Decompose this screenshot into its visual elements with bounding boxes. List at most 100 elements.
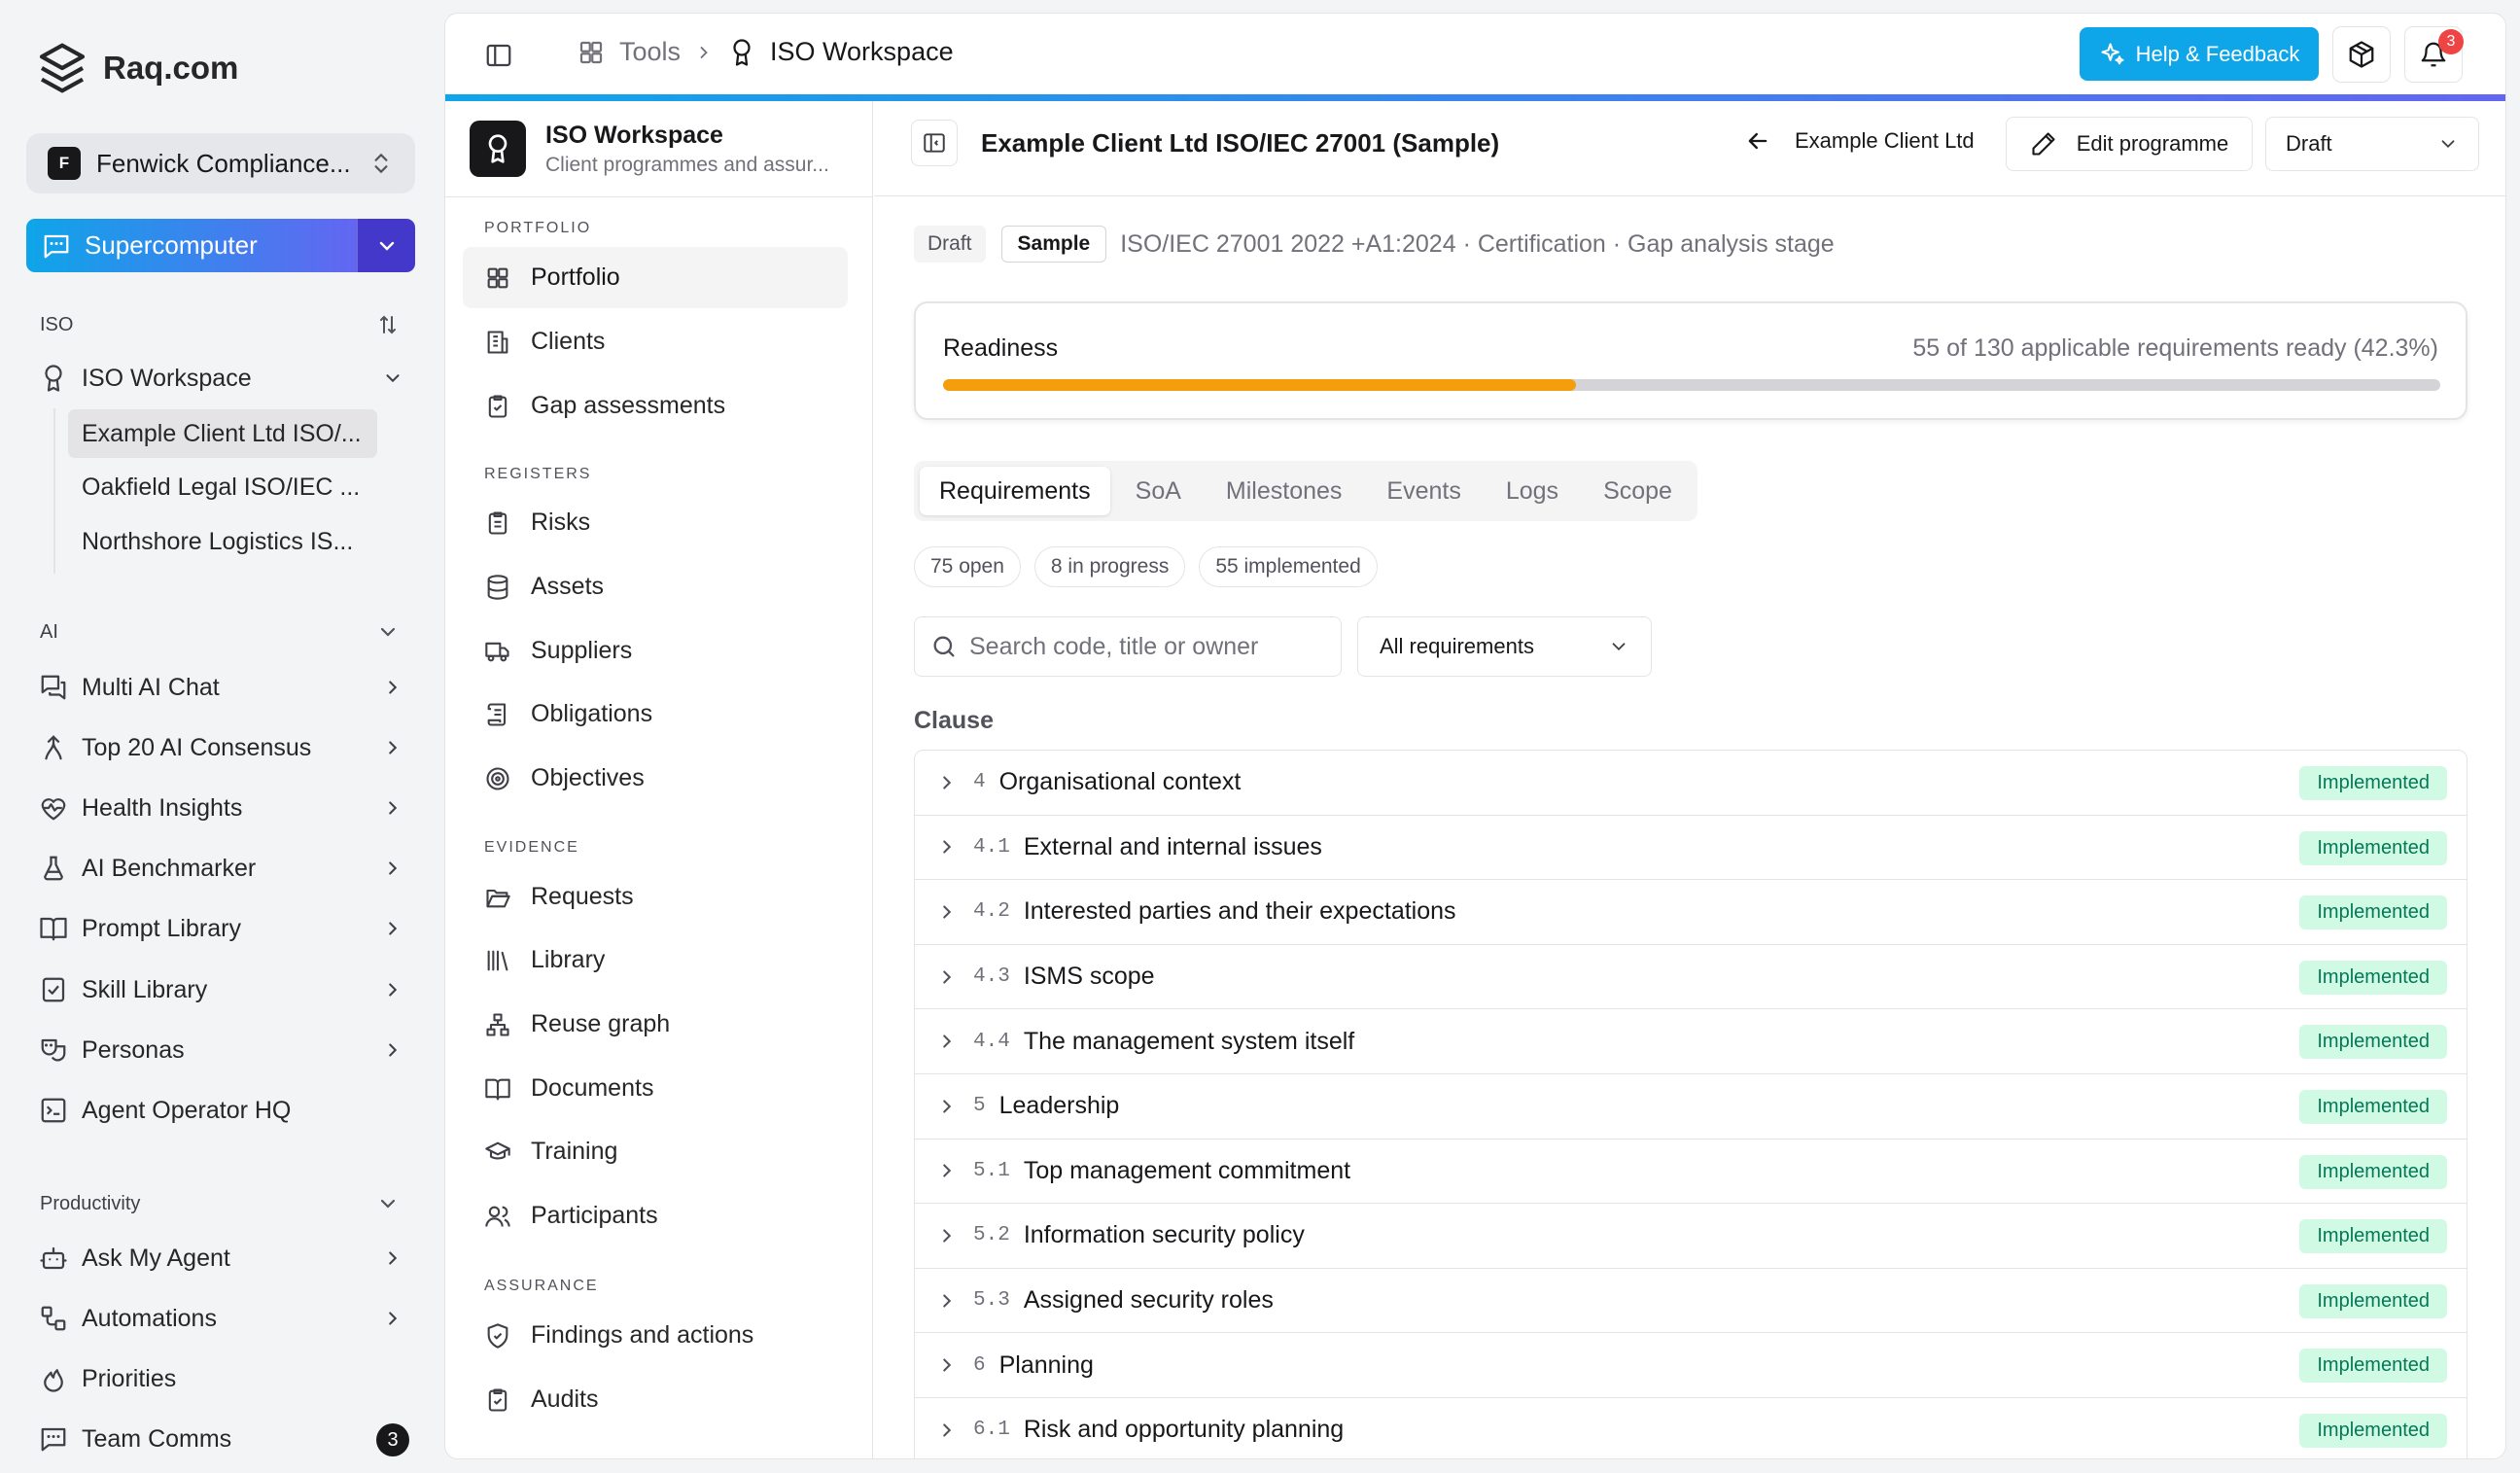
module-item-objectives[interactable]: Objectives: [463, 748, 848, 809]
clause-code: 6: [973, 1353, 986, 1377]
arrow-up-down-icon[interactable]: [376, 313, 400, 336]
table-row[interactable]: 5.1 Top management commitment Implemented: [915, 1140, 2467, 1205]
module-item-findings-and-actions[interactable]: Findings and actions: [463, 1305, 848, 1366]
sidebar-subitem-oakfield-legal[interactable]: Oakfield Legal ISO/IEC ...: [68, 463, 377, 511]
sidebar-item-multi-ai-chat[interactable]: Multi AI Chat: [39, 673, 403, 702]
requirements-filter-select[interactable]: All requirements: [1357, 616, 1652, 677]
chevron-right-icon[interactable]: [936, 772, 958, 793]
flame-icon: [39, 1364, 68, 1393]
module-item-library[interactable]: Library: [463, 929, 848, 991]
sidebar-item-ask-my-agent[interactable]: Ask My Agent: [39, 1244, 403, 1273]
clause-title: Leadership: [998, 1092, 1120, 1120]
breadcrumb-tools[interactable]: Tools: [619, 37, 681, 67]
supercomputer-button[interactable]: Supercomputer: [26, 219, 357, 272]
ai-section-header[interactable]: AI: [40, 620, 400, 644]
table-row[interactable]: 5 Leadership Implemented: [915, 1074, 2467, 1140]
module-item-assets[interactable]: Assets: [463, 556, 848, 617]
sidebar-item-label: Personas: [82, 1035, 185, 1064]
content-header: Example Client Ltd ISO/IEC 27001 (Sample…: [874, 101, 2505, 196]
sidebar-item-prompt-library[interactable]: Prompt Library: [39, 914, 403, 943]
sidebar-subitem-northshore-logistics[interactable]: Northshore Logistics IS...: [68, 517, 377, 566]
module-item-risks[interactable]: Risks: [463, 492, 848, 553]
sidebar-item-priorities[interactable]: Priorities: [39, 1364, 403, 1393]
tab-requirements[interactable]: Requirements: [920, 467, 1110, 515]
chevron-right-icon[interactable]: [936, 901, 958, 923]
chevron-right-icon[interactable]: [936, 1225, 958, 1246]
sidebar-toggle-icon[interactable]: [484, 41, 513, 70]
sidebar-item-team-comms[interactable]: Team Comms: [39, 1424, 403, 1454]
chevron-right-icon[interactable]: [936, 966, 958, 988]
chevron-right-icon[interactable]: [936, 1354, 958, 1376]
module-item-requests[interactable]: Requests: [463, 866, 848, 928]
org-switcher[interactable]: F Fenwick Compliance...: [26, 133, 415, 193]
tab-events[interactable]: Events: [1367, 467, 1480, 515]
help-feedback-button[interactable]: Help & Feedback: [2080, 27, 2319, 81]
table-row[interactable]: 4.2 Interested parties and their expectat…: [915, 880, 2467, 945]
module-item-obligations[interactable]: Obligations: [463, 684, 848, 745]
module-item-label: Documents: [531, 1074, 654, 1102]
chevron-right-icon[interactable]: [936, 1096, 958, 1117]
chevron-right-icon[interactable]: [936, 1290, 958, 1312]
packages-button[interactable]: [2332, 26, 2391, 83]
table-row[interactable]: 4.1 External and internal issues Implement…: [915, 816, 2467, 881]
sidebar-item-agent-operator-hq[interactable]: Agent Operator HQ: [39, 1096, 403, 1125]
back-label: Example Client Ltd: [1795, 128, 1975, 153]
sidebar-item-personas[interactable]: Personas: [39, 1035, 403, 1065]
table-row[interactable]: 4.3 ISMS scope Implemented: [915, 945, 2467, 1010]
module-logo: [470, 121, 526, 177]
table-row[interactable]: 5.3 Assigned security roles Implemented: [915, 1269, 2467, 1334]
status-badge: Implemented: [2299, 830, 2447, 865]
module-item-reuse-graph[interactable]: Reuse graph: [463, 994, 848, 1055]
sidebar-item-ai-benchmarker[interactable]: AI Benchmarker: [39, 854, 403, 883]
module-item-audits[interactable]: Audits: [463, 1369, 848, 1430]
module-item-gap-assessments[interactable]: Gap assessments: [463, 375, 848, 437]
table-row[interactable]: 6 Planning Implemented: [915, 1333, 2467, 1398]
database-icon: [484, 574, 511, 601]
top-bar: Tools ISO Workspace Help & Feedback 3: [445, 14, 2505, 94]
module-item-portfolio[interactable]: Portfolio: [463, 247, 848, 308]
table-row[interactable]: 6.1 Risk and opportunity planning Implemen…: [915, 1398, 2467, 1458]
chevron-right-icon[interactable]: [936, 1160, 958, 1181]
tab-scope[interactable]: Scope: [1584, 467, 1692, 515]
team-comms-badge: 3: [376, 1423, 409, 1456]
module-item-participants[interactable]: Participants: [463, 1185, 848, 1246]
sidebar-item-automations[interactable]: Automations: [39, 1304, 403, 1333]
back-to-client-link[interactable]: Example Client Ltd: [1744, 127, 1975, 155]
panel-left-icon: [922, 130, 947, 156]
sidebar-item-health-insights[interactable]: Health Insights: [39, 793, 403, 823]
module-item-label: Audits: [531, 1385, 599, 1413]
table-row[interactable]: 4 Organisational context Implemented: [915, 751, 2467, 816]
sparkles-icon: [2099, 41, 2126, 68]
sidebar-item-skill-library[interactable]: Skill Library: [39, 975, 403, 1004]
clause-title: Assigned security roles: [1023, 1286, 1274, 1315]
table-row[interactable]: 4.4 The management system itself Implement…: [915, 1009, 2467, 1074]
search-input[interactable]: [969, 632, 1329, 661]
tab-soa[interactable]: SoA: [1116, 467, 1201, 515]
edit-programme-button[interactable]: Edit programme: [2006, 117, 2253, 171]
notifications-button[interactable]: 3: [2404, 26, 2464, 83]
status-select[interactable]: Draft: [2265, 117, 2479, 171]
sidebar-subitem-example-client[interactable]: Example Client Ltd ISO/...: [68, 409, 377, 458]
brand-logo[interactable]: Raq.com: [35, 39, 238, 97]
chevron-right-icon[interactable]: [936, 1420, 958, 1441]
clause-code: 5.1: [973, 1159, 1010, 1182]
table-row[interactable]: 5.2 Information security policy Implemente…: [915, 1204, 2467, 1269]
chevron-down-icon: [376, 1192, 400, 1215]
module-item-documents[interactable]: Documents: [463, 1058, 848, 1119]
sidebar-item-top-20-ai-consensus[interactable]: Top 20 AI Consensus: [39, 733, 403, 762]
chevron-right-icon[interactable]: [936, 1031, 958, 1052]
module-item-clients[interactable]: Clients: [463, 311, 848, 372]
accent-bar: [445, 94, 2505, 101]
module-item-label: Gap assessments: [531, 392, 726, 419]
tab-logs[interactable]: Logs: [1487, 467, 1578, 515]
supercomputer-dropdown[interactable]: [357, 219, 415, 272]
module-item-suppliers[interactable]: Suppliers: [463, 620, 848, 682]
tab-milestones[interactable]: Milestones: [1207, 467, 1362, 515]
sidebar-item-iso-workspace[interactable]: ISO Workspace: [39, 364, 403, 393]
chevron-right-icon[interactable]: [936, 836, 958, 858]
productivity-section-header[interactable]: Productivity: [40, 1192, 400, 1215]
iso-section-header[interactable]: ISO: [40, 313, 400, 336]
chevron-right-icon: [382, 1308, 403, 1329]
module-item-training[interactable]: Training: [463, 1121, 848, 1182]
panel-toggle-button[interactable]: [911, 120, 958, 166]
